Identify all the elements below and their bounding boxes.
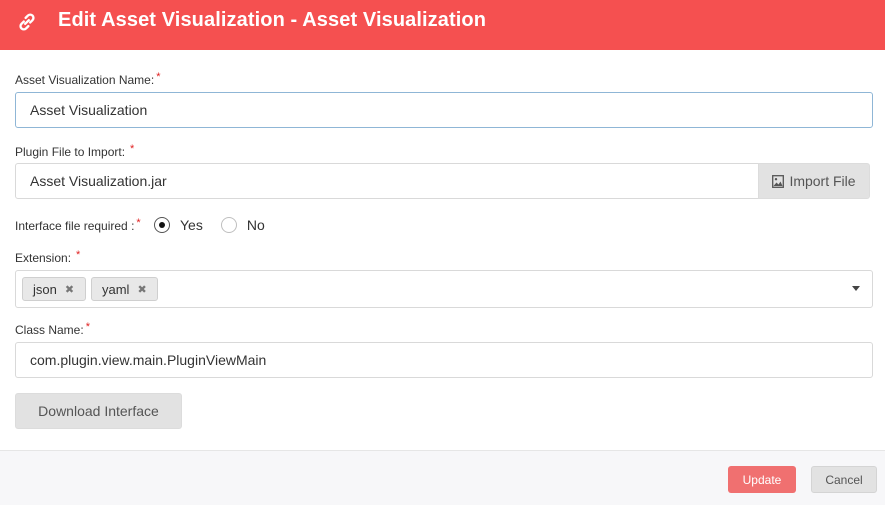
asset-visualization-name-input[interactable]: Asset Visualization <box>15 92 873 128</box>
radio-yes[interactable] <box>154 217 170 233</box>
required-mark: * <box>85 321 90 333</box>
class-name-input[interactable]: com.plugin.view.main.PluginViewMain <box>15 342 873 378</box>
radio-option-no[interactable]: No <box>220 217 265 233</box>
extension-multiselect[interactable]: json ✖ yaml ✖ <box>15 270 873 308</box>
plugin-file-input[interactable]: Asset Visualization.jar <box>15 163 759 199</box>
import-file-button[interactable]: Import File <box>758 163 870 199</box>
required-mark: * <box>136 217 141 229</box>
extension-label: Extension: * <box>15 249 81 265</box>
update-button[interactable]: Update <box>728 466 796 493</box>
interface-required-label: Interface file required : * <box>15 217 141 233</box>
caret-down-icon[interactable] <box>852 286 860 291</box>
plugin-file-label: Plugin File to Import: * <box>15 143 135 159</box>
modal-footer: Update Cancel <box>0 450 885 505</box>
interface-required-radio-group: Yes No <box>154 217 283 233</box>
remove-tag-icon[interactable]: ✖ <box>65 283 74 296</box>
cancel-button[interactable]: Cancel <box>811 466 877 493</box>
download-interface-button[interactable]: Download Interface <box>15 393 182 429</box>
required-mark: * <box>76 249 81 261</box>
radio-no[interactable] <box>220 217 237 233</box>
extension-tag-json: json ✖ <box>22 277 86 301</box>
name-label: Asset Visualization Name: * <box>15 71 161 87</box>
modal-header: Edit Asset Visualization - Asset Visuali… <box>0 0 885 50</box>
required-mark: * <box>130 143 135 155</box>
required-mark: * <box>156 71 161 83</box>
image-file-icon <box>772 174 785 188</box>
extension-tag-yaml: yaml ✖ <box>91 277 158 301</box>
link-icon <box>19 13 35 31</box>
class-name-label: Class Name: * <box>15 321 90 337</box>
radio-option-yes[interactable]: Yes <box>154 217 203 233</box>
remove-tag-icon[interactable]: ✖ <box>137 283 146 296</box>
modal-title: Edit Asset Visualization - Asset Visuali… <box>58 9 487 31</box>
